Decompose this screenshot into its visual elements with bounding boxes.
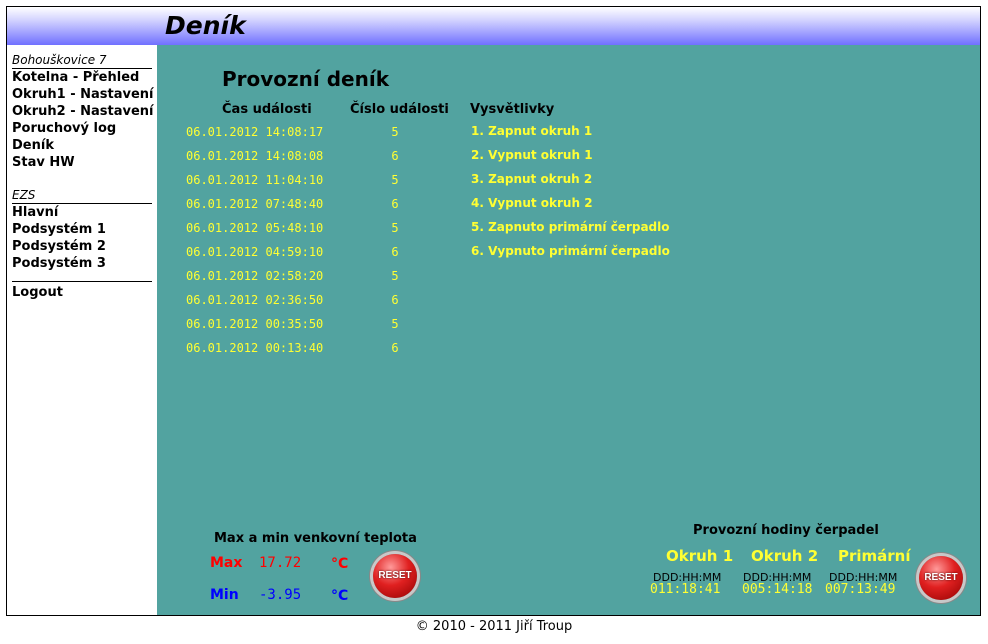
event-time: 06.01.2012 11:04:10 bbox=[186, 173, 324, 187]
event-number: 6 bbox=[391, 341, 399, 355]
max-label: Max bbox=[210, 555, 243, 571]
pump-primarni-hours: 007:13:49 bbox=[825, 582, 896, 597]
sidebar-item-podsystem-1[interactable]: Podsystém 1 bbox=[12, 221, 157, 238]
sidebar-item-hlavni[interactable]: Hlavní bbox=[12, 204, 157, 221]
event-time: 06.01.2012 05:48:10 bbox=[186, 221, 324, 235]
sidebar-section-heading-ezs: EZS bbox=[12, 188, 152, 204]
logout-link[interactable]: Logout bbox=[12, 284, 157, 301]
event-time: 06.01.2012 02:58:20 bbox=[186, 269, 324, 283]
sidebar-item-okruh2-nastaveni[interactable]: Okruh2 - Nastavení bbox=[12, 103, 157, 120]
event-number: 5 bbox=[391, 221, 399, 235]
pump-okruh1-hours: 011:18:41 bbox=[650, 582, 721, 597]
legend-item: 6. Vypnuto primární čerpadlo bbox=[471, 244, 670, 258]
sidebar-item-denik[interactable]: Deník bbox=[12, 137, 157, 154]
temperature-title: Max a min venkovní teplota bbox=[214, 531, 417, 546]
main-content: Provozní deník Čas události Číslo událos… bbox=[157, 45, 980, 615]
reset-temperature-button[interactable]: RESET bbox=[373, 554, 417, 598]
pump-primarni-title: Primární bbox=[838, 547, 911, 565]
event-number: 6 bbox=[391, 245, 399, 259]
reset-label: RESET bbox=[378, 570, 412, 581]
min-unit: °C bbox=[331, 588, 349, 604]
app-frame: Deník Bohouškovice 7 Kotelna - Přehled O… bbox=[6, 6, 981, 616]
event-number: 5 bbox=[391, 269, 399, 283]
event-number: 5 bbox=[391, 173, 399, 187]
max-temperature-value: 17.72 bbox=[259, 555, 302, 571]
event-time: 06.01.2012 04:59:10 bbox=[186, 245, 324, 259]
page-title: Provozní deník bbox=[222, 67, 390, 91]
event-time: 06.01.2012 14:08:17 bbox=[186, 125, 324, 139]
column-header-event: Číslo události bbox=[350, 102, 449, 117]
pump-okruh2-title: Okruh 2 bbox=[751, 547, 819, 565]
legend-item: 4. Vypnut okruh 2 bbox=[471, 196, 593, 210]
event-time: 06.01.2012 00:35:50 bbox=[186, 317, 324, 331]
sidebar-item-podsystem-3[interactable]: Podsystém 3 bbox=[12, 255, 157, 272]
header-bar: Deník bbox=[7, 7, 980, 45]
event-number: 5 bbox=[391, 125, 399, 139]
sidebar-section-heading: Bohouškovice 7 bbox=[12, 53, 152, 69]
event-time: 06.01.2012 07:48:40 bbox=[186, 197, 324, 211]
event-time: 06.01.2012 00:13:40 bbox=[186, 341, 324, 355]
event-number: 6 bbox=[391, 293, 399, 307]
pump-okruh1-title: Okruh 1 bbox=[666, 547, 734, 565]
sidebar-item-podsystem-2[interactable]: Podsystém 2 bbox=[12, 238, 157, 255]
page-header-title: Deník bbox=[165, 11, 246, 40]
sidebar-item-poruchovy-log[interactable]: Poruchový log bbox=[12, 120, 157, 137]
event-time: 06.01.2012 14:08:08 bbox=[186, 149, 324, 163]
sidebar-divider bbox=[12, 281, 152, 282]
event-number: 6 bbox=[391, 197, 399, 211]
column-header-time: Čas události bbox=[222, 102, 312, 117]
legend-item: 2. Vypnut okruh 1 bbox=[471, 148, 593, 162]
pump-okruh2-hours: 005:14:18 bbox=[742, 582, 813, 597]
max-unit: °C bbox=[331, 556, 349, 572]
event-number: 5 bbox=[391, 317, 399, 331]
legend-item: 1. Zapnut okruh 1 bbox=[471, 124, 593, 138]
min-temperature-value: -3.95 bbox=[259, 587, 302, 603]
sidebar-item-stav-hw[interactable]: Stav HW bbox=[12, 154, 157, 171]
sidebar: Bohouškovice 7 Kotelna - Přehled Okruh1 … bbox=[7, 45, 157, 615]
reset-pump-hours-button[interactable]: RESET bbox=[919, 556, 963, 600]
min-label: Min bbox=[210, 587, 239, 603]
legend-item: 3. Zapnut okruh 2 bbox=[471, 172, 593, 186]
legend-item: 5. Zapnuto primární čerpadlo bbox=[471, 220, 670, 234]
sidebar-item-okruh1-nastaveni[interactable]: Okruh1 - Nastavení bbox=[12, 86, 157, 103]
event-number: 6 bbox=[391, 149, 399, 163]
pump-hours-title: Provozní hodiny čerpadel bbox=[693, 523, 879, 538]
sidebar-item-kotelna-prehled[interactable]: Kotelna - Přehled bbox=[12, 69, 157, 86]
event-time: 06.01.2012 02:36:50 bbox=[186, 293, 324, 307]
reset-label: RESET bbox=[924, 572, 958, 583]
column-header-legend: Vysvětlivky bbox=[470, 102, 555, 117]
footer-copyright: © 2010 - 2011 Jiří Troup bbox=[415, 619, 573, 634]
